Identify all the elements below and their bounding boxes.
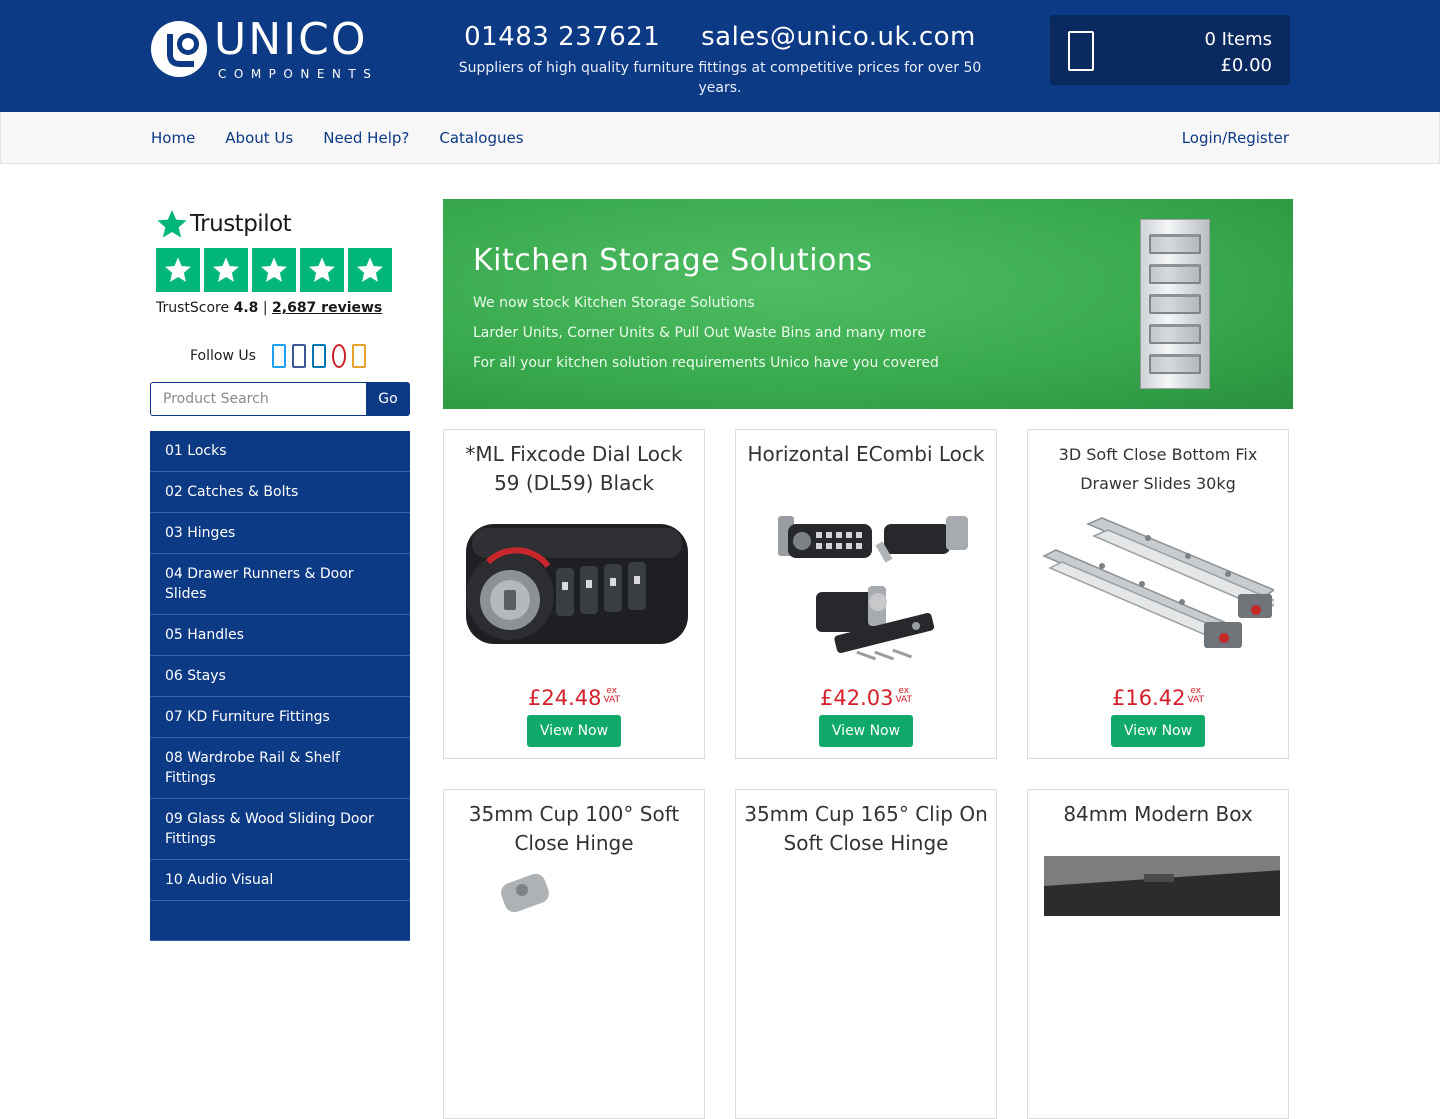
trustscore-separator: | <box>262 300 268 316</box>
drawer-slides-image <box>1042 517 1274 648</box>
rating-star-icon <box>204 248 248 292</box>
category-sliding-door[interactable]: 09 Glass & Wood Sliding Door Fittings <box>150 799 410 860</box>
trustscore-label: TrustScore <box>156 300 230 316</box>
price-value: £24.48 <box>527 686 602 710</box>
logo-wordmark: UNICO <box>214 14 368 65</box>
ex-vat-label: ex VAT <box>895 686 913 705</box>
twitter-icon[interactable] <box>271 344 286 368</box>
trustscore: TrustScore 4.8 | 2,687 reviews <box>156 300 396 316</box>
category-kd-fittings[interactable]: 07 KD Furniture Fittings <box>150 697 410 738</box>
ex-vat-label: ex VAT <box>603 686 621 705</box>
shopping-cart-icon <box>1068 31 1094 71</box>
view-now-button[interactable]: View Now <box>819 715 913 747</box>
banner-title: Kitchen Storage Solutions <box>473 243 873 278</box>
product-search-input[interactable] <box>150 382 366 416</box>
kitchen-storage-banner[interactable]: Kitchen Storage Solutions We now stock K… <box>443 199 1293 409</box>
banner-line: We now stock Kitchen Storage Solutions <box>473 295 755 311</box>
product-title[interactable]: 84mm Modern Box <box>1036 800 1280 829</box>
email-address[interactable]: sales@unico.uk.com <box>701 22 976 52</box>
view-now-button[interactable]: View Now <box>1111 715 1205 747</box>
main-nav: Home About Us Need Help? Catalogues Logi… <box>0 112 1440 164</box>
site-header: UNICO COMPONENTS 01483 237621 sales@unic… <box>0 0 1440 112</box>
ecombi-lock-image <box>778 516 968 661</box>
product-search: Go <box>150 382 410 416</box>
pinterest-icon[interactable] <box>331 344 346 368</box>
nav-catalogues[interactable]: Catalogues <box>439 129 523 147</box>
modern-box-image <box>1044 856 1280 916</box>
basket-item-count: 0 Items <box>1204 29 1272 50</box>
product-title[interactable]: 3D Soft Close Bottom Fix Drawer Slides 3… <box>1036 440 1280 498</box>
product-card[interactable]: 35mm Cup 100° Soft Close Hinge <box>443 789 705 1119</box>
phone-number[interactable]: 01483 237621 <box>464 22 660 52</box>
product-card[interactable]: 3D Soft Close Bottom Fix Drawer Slides 3… <box>1027 429 1289 759</box>
product-card[interactable]: *ML Fixcode Dial Lock 59 (DL59) Black £2… <box>443 429 705 759</box>
price-value: £42.03 <box>819 686 894 710</box>
product-price: £24.48 ex VAT <box>444 686 704 710</box>
price-value: £16.42 <box>1111 686 1186 710</box>
category-hinges[interactable]: 03 Hinges <box>150 513 410 554</box>
basket-total: £0.00 <box>1220 55 1272 76</box>
trustpilot-rating-stars <box>156 248 396 292</box>
larder-unit-image <box>1140 219 1210 389</box>
product-card[interactable]: Horizontal ECombi Lock £42.03 ex VAT View … <box>735 429 997 759</box>
category-audio-visual[interactable]: 10 Audio Visual <box>150 860 410 901</box>
product-price: £42.03 ex VAT <box>736 686 996 710</box>
follow-us: Follow Us <box>190 344 366 368</box>
linkedin-icon[interactable] <box>311 344 326 368</box>
basket-summary[interactable]: 0 Items £0.00 <box>1050 15 1290 85</box>
unico-logo-mark-icon <box>151 21 207 77</box>
trustpilot-name: Trustpilot <box>190 211 292 237</box>
category-drawer-runners[interactable]: 04 Drawer Runners & Door Slides <box>150 554 410 615</box>
product-price: £16.42 ex VAT <box>1028 686 1288 710</box>
instagram-icon[interactable] <box>351 344 366 368</box>
category-handles[interactable]: 05 Handles <box>150 615 410 656</box>
trustpilot-star-icon <box>157 210 187 238</box>
login-register-link[interactable]: Login/Register <box>1182 129 1289 147</box>
product-title[interactable]: Horizontal ECombi Lock <box>744 440 988 469</box>
nav-home[interactable]: Home <box>151 129 195 147</box>
header-tagline: Suppliers of high quality furniture fitt… <box>458 60 982 96</box>
rating-star-icon <box>156 248 200 292</box>
rating-star-icon <box>300 248 344 292</box>
search-go-button[interactable]: Go <box>366 382 410 416</box>
follow-us-label: Follow Us <box>190 348 256 364</box>
logo-subtitle: COMPONENTS <box>218 67 379 81</box>
nav-need-help[interactable]: Need Help? <box>323 129 409 147</box>
rating-star-icon <box>348 248 392 292</box>
product-title[interactable]: *ML Fixcode Dial Lock 59 (DL59) Black <box>452 440 696 498</box>
dial-lock-image <box>466 524 688 644</box>
facebook-icon[interactable] <box>291 344 306 368</box>
rating-star-icon <box>252 248 296 292</box>
product-title[interactable]: 35mm Cup 165° Clip On Soft Close Hinge <box>744 800 988 858</box>
view-now-button[interactable]: View Now <box>527 715 621 747</box>
category-catches-bolts[interactable]: 02 Catches & Bolts <box>150 472 410 513</box>
product-card[interactable]: 84mm Modern Box <box>1027 789 1289 1119</box>
ex-vat-label: ex VAT <box>1187 686 1205 705</box>
trustscore-value: 4.8 <box>233 300 259 316</box>
product-card[interactable]: 35mm Cup 165° Clip On Soft Close Hinge <box>735 789 997 1119</box>
category-locks[interactable]: 01 Locks <box>150 431 410 472</box>
trustpilot-widget[interactable]: Trustpilot TrustScore 4.8 | 2,687 review… <box>156 206 396 316</box>
category-menu: 01 Locks 02 Catches & Bolts 03 Hinges 04… <box>150 431 410 941</box>
unico-logo[interactable]: UNICO COMPONENTS <box>150 14 395 82</box>
contact-info: 01483 237621 sales@unico.uk.com Supplier… <box>440 22 1000 98</box>
category-next[interactable] <box>150 901 410 941</box>
banner-line: Larder Units, Corner Units & Pull Out Wa… <box>473 325 926 341</box>
banner-line: For all your kitchen solution requiremen… <box>473 355 939 371</box>
category-wardrobe-rail[interactable]: 08 Wardrobe Rail & Shelf Fittings <box>150 738 410 799</box>
product-title[interactable]: 35mm Cup 100° Soft Close Hinge <box>452 800 696 858</box>
nav-about-us[interactable]: About Us <box>225 129 293 147</box>
trustpilot-reviews-link[interactable]: 2,687 reviews <box>272 300 382 316</box>
category-stays[interactable]: 06 Stays <box>150 656 410 697</box>
hinge-image <box>501 873 549 913</box>
